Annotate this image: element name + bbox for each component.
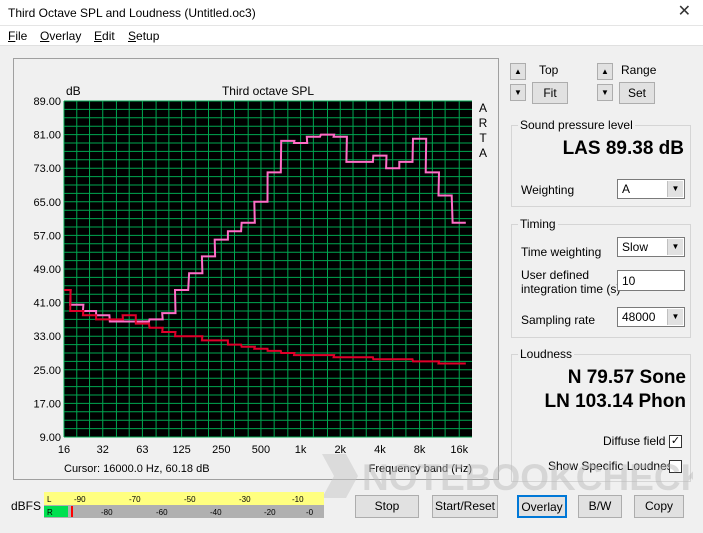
x-tick-label: 16 bbox=[58, 444, 70, 456]
y-tick-label: 41.00 bbox=[33, 298, 61, 310]
weighting-value: A bbox=[622, 182, 631, 196]
y-tick-label: 81.00 bbox=[33, 130, 61, 142]
y-tick-label: 49.00 bbox=[33, 264, 61, 276]
integration-label-line2: integration time (s) bbox=[521, 282, 621, 296]
fit-button[interactable]: Fit bbox=[532, 82, 568, 104]
meter-bottom-tick: -20 bbox=[264, 508, 276, 517]
notebookcheck-logo: NOTEBOOKCHECK bbox=[322, 454, 693, 498]
range-down-button[interactable]: ▼ bbox=[597, 84, 613, 101]
menu-overlay[interactable]: Overlay bbox=[40, 29, 81, 43]
menu-file[interactable]: File bbox=[8, 29, 27, 43]
x-tick-label: 32 bbox=[97, 444, 109, 456]
meter-bottom-tick: -80 bbox=[101, 508, 113, 517]
dbfs-label: dBFS bbox=[11, 499, 42, 513]
top-down-button[interactable]: ▼ bbox=[510, 84, 526, 101]
close-icon[interactable]: ✕ bbox=[678, 3, 691, 21]
stop-button[interactable]: Stop bbox=[355, 495, 419, 518]
watermark-text: NOTEBOOKCHECK bbox=[362, 457, 693, 498]
loudness-group-title: Loudness bbox=[518, 347, 575, 361]
bw-button[interactable]: B/W bbox=[578, 495, 622, 518]
range-up-button[interactable]: ▲ bbox=[597, 63, 613, 80]
x-tick-label: 125 bbox=[172, 444, 190, 456]
spl-chart[interactable]: dB Third octave SPL 89.00 81.00 73.00 65.00… bbox=[14, 59, 500, 481]
x-tick-label: 1k bbox=[295, 444, 307, 456]
graph-panel: dB Third octave SPL 89.00 81.00 73.00 65.00… bbox=[13, 58, 499, 480]
meter-top-tick: -90 bbox=[74, 495, 86, 504]
timing-group: Timing Time weighting Slow ▼ User define… bbox=[511, 217, 691, 338]
range-label: Range bbox=[621, 63, 657, 77]
meter-bottom-tick: -60 bbox=[156, 508, 168, 517]
sampling-rate-value: 48000 bbox=[622, 310, 656, 324]
meter-channel-l: L bbox=[47, 495, 52, 504]
chevron-down-icon: ▼ bbox=[667, 309, 683, 325]
integration-time-input[interactable]: 10 bbox=[617, 270, 685, 291]
overlay-button[interactable]: Overlay bbox=[517, 495, 567, 518]
time-weighting-value: Slow bbox=[622, 240, 649, 254]
meter-bottom-tick: -0 bbox=[306, 508, 314, 517]
y-tick-label: 33.00 bbox=[33, 331, 61, 343]
top-label: Top bbox=[539, 63, 559, 77]
y-tick-label: 9.00 bbox=[40, 432, 61, 444]
spl-group-title: Sound pressure level bbox=[518, 118, 635, 132]
arta-letter-2: R bbox=[479, 116, 488, 130]
meter-bottom-tick: -40 bbox=[210, 508, 222, 517]
title-bar: Third Octave SPL and Loudness (Untitled.… bbox=[0, 0, 703, 26]
window-title: Third Octave SPL and Loudness (Untitled.… bbox=[8, 6, 256, 20]
set-button[interactable]: Set bbox=[619, 82, 655, 104]
y-tick-label: 17.00 bbox=[33, 398, 61, 410]
logo-mark bbox=[322, 454, 358, 498]
copy-button[interactable]: Copy bbox=[634, 495, 684, 518]
loudness-phon: LN 103.14 Phon bbox=[544, 391, 687, 412]
x-tick-label: 500 bbox=[252, 444, 270, 456]
spl-value: LAS 89.38 dB bbox=[562, 138, 684, 159]
x-tick-label: 63 bbox=[136, 444, 148, 456]
y-tick-label: 25.00 bbox=[33, 365, 61, 377]
spl-group: Sound pressure level LAS 89.38 dB Weight… bbox=[511, 118, 691, 207]
start-reset-button[interactable]: Start/Reset bbox=[432, 495, 498, 518]
meter-top-tick: -30 bbox=[239, 495, 251, 504]
y-tick-label: 65.00 bbox=[33, 197, 61, 209]
chevron-down-icon: ▼ bbox=[667, 239, 683, 255]
weighting-label: Weighting bbox=[521, 183, 575, 197]
y-tick-label: 73.00 bbox=[33, 163, 61, 175]
meter-top-tick: -50 bbox=[184, 495, 196, 504]
meter-channel-r: R bbox=[47, 508, 53, 517]
loudness-sone: N 79.57 Sone bbox=[567, 367, 686, 388]
menu-bar: File Overlay Edit Setup bbox=[0, 26, 703, 46]
chart-title: Third octave SPL bbox=[222, 84, 314, 98]
sampling-rate-select[interactable]: 48000 ▼ bbox=[617, 307, 685, 327]
meter-top-tick: -70 bbox=[129, 495, 141, 504]
top-up-button[interactable]: ▲ bbox=[510, 63, 526, 80]
level-meter: L R -90 -70 -50 -30 -10 -80 -60 -40 -20 -0 bbox=[44, 492, 324, 518]
meter-top-tick: -10 bbox=[292, 495, 304, 504]
arta-letter-4: A bbox=[479, 146, 487, 160]
y-tick-label: 89.00 bbox=[33, 96, 61, 108]
integration-label-line1: User defined bbox=[521, 268, 590, 282]
menu-edit[interactable]: Edit bbox=[94, 29, 115, 43]
cursor-readout: Cursor: 16000.0 Hz, 60.18 dB bbox=[64, 463, 210, 475]
time-weighting-select[interactable]: Slow ▼ bbox=[617, 237, 685, 257]
weighting-select[interactable]: A ▼ bbox=[617, 179, 685, 199]
y-axis-label: dB bbox=[66, 84, 81, 98]
arta-letter-1: A bbox=[479, 101, 487, 115]
chevron-down-icon: ▼ bbox=[667, 181, 683, 197]
menu-setup[interactable]: Setup bbox=[128, 29, 159, 43]
meter-peak-marker bbox=[71, 506, 73, 517]
y-tick-label: 57.00 bbox=[33, 230, 61, 242]
timing-group-title: Timing bbox=[518, 217, 558, 231]
time-weighting-label: Time weighting bbox=[521, 245, 602, 259]
x-tick-label: 250 bbox=[212, 444, 230, 456]
sampling-rate-label: Sampling rate bbox=[521, 313, 596, 327]
arta-letter-3: T bbox=[479, 131, 487, 145]
meter-bottom-bar bbox=[44, 505, 324, 518]
